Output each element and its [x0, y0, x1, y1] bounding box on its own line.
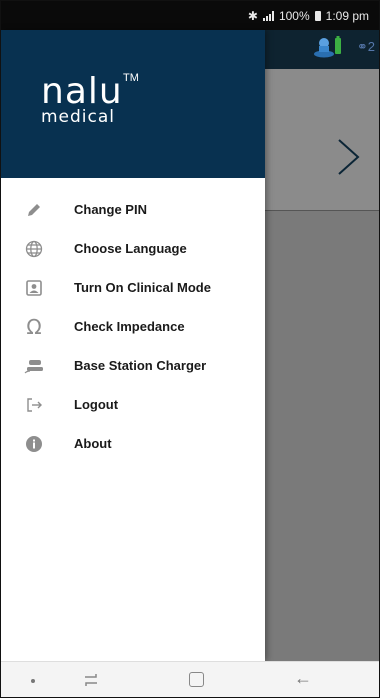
info-icon	[23, 434, 45, 454]
logout-icon	[23, 395, 45, 415]
chevron-right-icon[interactable]	[333, 137, 363, 177]
menu-item-about[interactable]: About	[1, 424, 265, 463]
nalu-medical-logo: nalu TM medical	[41, 71, 139, 127]
device-status-icon[interactable]	[313, 35, 343, 59]
charger-icon	[23, 356, 45, 376]
pair-indicator[interactable]: ⚭2	[357, 39, 375, 55]
menu-item-label: Turn On Clinical Mode	[74, 280, 211, 295]
nav-dot-icon[interactable]	[31, 679, 35, 683]
drawer-menu: Change PIN Choose Language Turn On Clini…	[1, 190, 265, 463]
status-bar: ✱ 100% 1:09 pm	[1, 1, 379, 30]
home-button-icon[interactable]	[189, 672, 204, 687]
menu-item-choose-language[interactable]: Choose Language	[1, 229, 265, 268]
logo-brand: nalu	[41, 71, 123, 112]
status-icons: ✱ 100% 1:09 pm	[248, 9, 369, 23]
menu-item-check-impedance[interactable]: Ω Check Impedance	[1, 307, 265, 346]
menu-item-base-station-charger[interactable]: Base Station Charger	[1, 346, 265, 385]
menu-item-label: Check Impedance	[74, 319, 185, 334]
back-arrow-icon[interactable]: ←	[294, 668, 312, 689]
menu-item-label: Choose Language	[74, 241, 187, 256]
menu-item-label: Change PIN	[74, 202, 147, 217]
system-nav-bar: ←	[1, 661, 379, 697]
menu-item-label: About	[74, 436, 112, 451]
navigation-drawer: nalu TM medical Change PIN Choose Langua…	[1, 30, 265, 661]
signal-icon	[262, 11, 274, 21]
clock: 1:09 pm	[325, 9, 369, 23]
pair-count: 2	[367, 39, 375, 54]
menu-item-logout[interactable]: Logout	[1, 385, 265, 424]
app-divider	[265, 210, 379, 211]
pencil-icon	[23, 200, 45, 220]
menu-item-change-pin[interactable]: Change PIN	[1, 190, 265, 229]
logo-sub: medical	[41, 107, 116, 127]
menu-item-clinical-mode[interactable]: Turn On Clinical Mode	[1, 268, 265, 307]
contact-card-icon	[23, 278, 45, 298]
menu-item-label: Base Station Charger	[74, 358, 207, 373]
battery-icon	[314, 11, 321, 21]
link-icon: ⚭	[356, 39, 368, 54]
battery-percent: 100%	[278, 9, 310, 23]
device-screen: ✱ 100% 1:09 pm ⚭2 nalu TM medical Change…	[0, 0, 380, 698]
drawer-header: nalu TM medical	[1, 30, 265, 178]
bluetooth-icon: ✱	[247, 9, 258, 23]
recent-apps-icon[interactable]	[82, 672, 100, 688]
menu-item-label: Logout	[74, 397, 119, 412]
omega-icon: Ω	[26, 314, 42, 339]
globe-icon	[23, 239, 45, 259]
logo-trademark: TM	[123, 72, 139, 84]
